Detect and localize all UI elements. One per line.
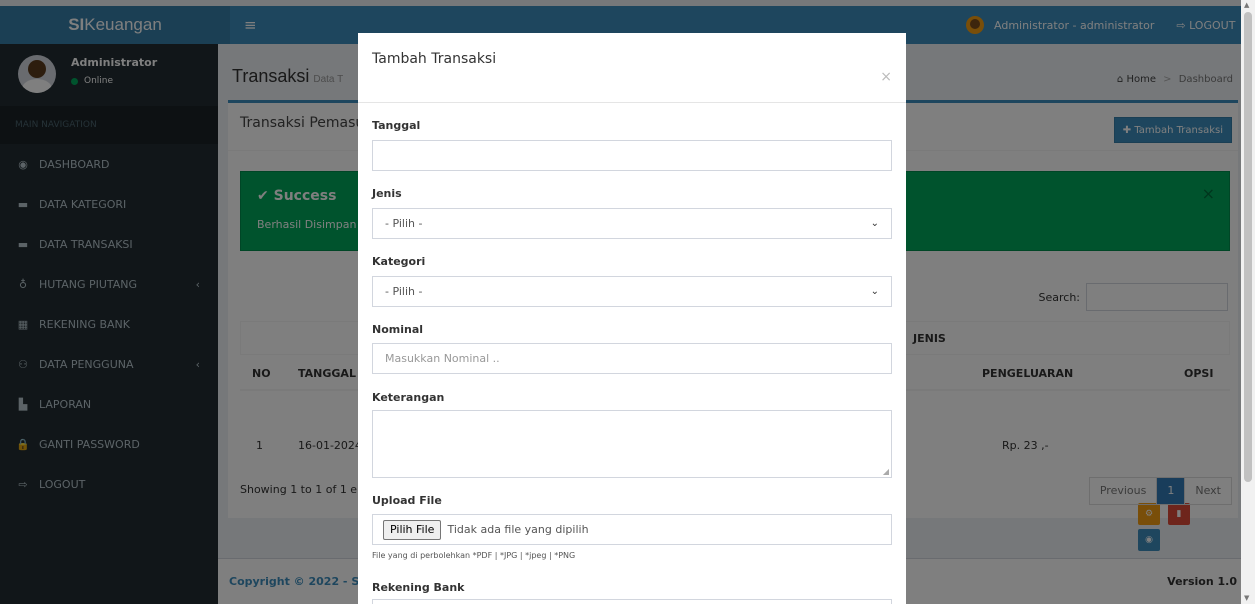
keterangan-label: Keterangan: [372, 391, 445, 404]
rekening-select[interactable]: [372, 599, 892, 604]
close-icon[interactable]: ×: [880, 69, 892, 85]
jenis-label: Jenis: [372, 187, 402, 200]
rekening-label: Rekening Bank: [372, 581, 465, 594]
add-transaction-modal: Tambah Transaksi × Tanggal Jenis - Pilih…: [358, 33, 906, 604]
modal-header: Tambah Transaksi ×: [358, 33, 906, 103]
upload-label: Upload File: [372, 494, 442, 507]
chevron-down-icon: ⌄: [870, 286, 879, 297]
tanggal-label: Tanggal: [372, 119, 421, 132]
nominal-placeholder: Masukkan Nominal ..: [385, 352, 500, 365]
nominal-input[interactable]: Masukkan Nominal ..: [372, 343, 892, 374]
jenis-select[interactable]: - Pilih - ⌄: [372, 208, 892, 239]
file-help-text: File yang di perbolehkan *PDF | *JPG | *…: [372, 551, 576, 560]
tanggal-input[interactable]: [372, 140, 892, 171]
file-status: Tidak ada file yang dipilih: [447, 523, 589, 536]
scroll-up-icon[interactable]: ▲: [1244, 1, 1249, 9]
jenis-selected: - Pilih -: [385, 217, 423, 230]
scroll-thumb[interactable]: [1244, 12, 1252, 482]
kategori-selected: - Pilih -: [385, 285, 423, 298]
keterangan-textarea[interactable]: ◢: [372, 410, 892, 478]
resize-handle-icon[interactable]: ◢: [883, 467, 889, 476]
page-scrollbar[interactable]: ▲ ▼: [1241, 0, 1255, 604]
chevron-down-icon: ⌄: [870, 218, 879, 229]
file-input[interactable]: Pilih File Tidak ada file yang dipilih: [372, 514, 892, 545]
kategori-select[interactable]: - Pilih - ⌄: [372, 276, 892, 307]
modal-title: Tambah Transaksi: [372, 51, 497, 67]
nominal-label: Nominal: [372, 323, 424, 336]
choose-file-button[interactable]: Pilih File: [383, 519, 442, 540]
kategori-label: Kategori: [372, 255, 426, 268]
scroll-down-icon[interactable]: ▼: [1244, 594, 1249, 602]
